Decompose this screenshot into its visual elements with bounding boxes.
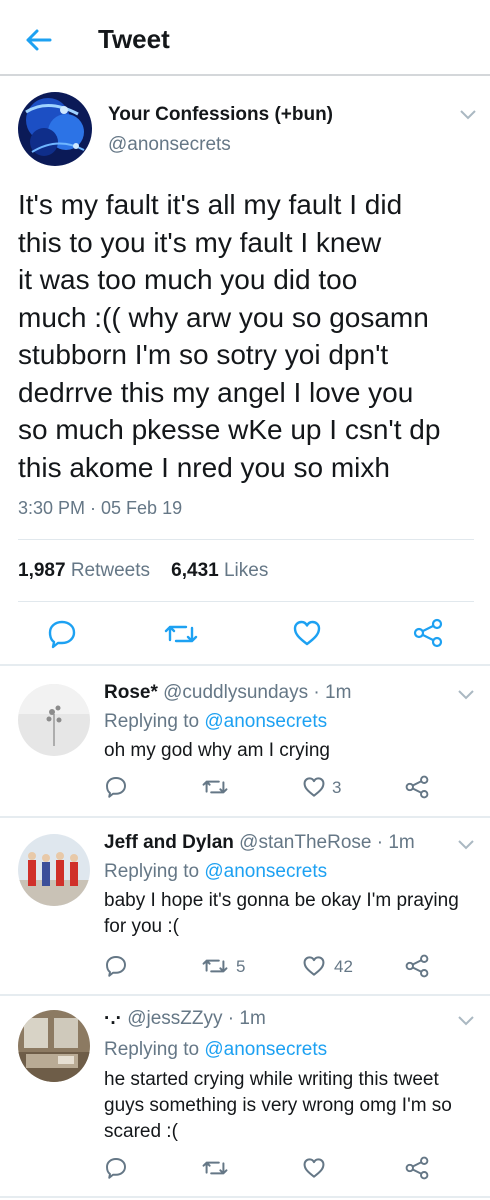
reply-age: 1m [325,682,352,703]
chevron-down-icon[interactable] [456,1014,476,1028]
divider [0,994,490,996]
divider [0,1196,490,1198]
reply-age: 1m [388,832,415,853]
like-count: 42 [334,957,353,976]
retweet-icon[interactable] [202,776,228,798]
separator-dot: · [313,682,320,703]
chevron-down-icon[interactable] [456,838,476,852]
like-heart-icon[interactable] [302,1157,326,1179]
top-bar: Tweet [0,0,490,76]
retweet-icon[interactable] [202,1157,228,1179]
reply-icon[interactable] [104,1156,128,1180]
retweet-icon[interactable] [202,955,228,977]
back-button[interactable] [20,22,56,58]
author-name[interactable]: Your Confessions (+bun) [108,104,333,126]
reply-author-name[interactable]: ·.· [104,1008,122,1029]
divider [18,539,474,540]
likes-count[interactable]: 6,431 [171,560,219,581]
reply-header: Jeff and Dylan @stanTheRose · 1m [104,832,415,854]
tweet-stats: 1,987 Retweets 6,431 Likes [18,560,268,582]
reply-header: Rose* @cuddlysundays · 1m [104,682,351,704]
reply-icon[interactable] [104,954,128,978]
share-icon[interactable] [404,954,430,978]
reply-author-name[interactable]: Rose* [104,682,158,703]
reply-icon[interactable] [46,618,78,650]
tweet-text: It's my fault it's all my fault I did th… [18,189,441,483]
reply-age: 1m [239,1008,266,1029]
divider [0,664,490,666]
replying-prefix: Replying to [104,1039,200,1060]
mention-link[interactable]: @anonsecrets [204,861,327,882]
share-icon[interactable] [404,1156,430,1180]
separator-dot: · [376,832,384,853]
share-icon[interactable] [404,775,430,799]
avatar[interactable] [18,834,90,906]
back-arrow-icon [26,29,52,51]
avatar[interactable] [18,1010,90,1082]
divider [0,816,490,818]
avatar-image [18,1010,90,1082]
reply-author-name[interactable]: Jeff and Dylan [104,832,234,853]
mention-link[interactable]: @anonsecrets [204,711,327,732]
replying-prefix: Replying to [104,861,200,882]
mention-link[interactable]: @anonsecrets [204,1039,327,1060]
tweet-timestamp: 3:30 PM · 05 Feb 19 [18,498,183,518]
replying-to: Replying to @anonsecrets [104,861,327,883]
retweets-count[interactable]: 1,987 [18,560,66,581]
retweet-count: 5 [236,957,246,976]
reply-text: he started crying while writing this twe… [104,1069,452,1142]
retweet-icon[interactable] [164,620,198,648]
separator-dot: · [227,1008,235,1029]
chevron-down-icon[interactable] [456,688,476,702]
reply-author-handle[interactable]: @cuddlysundays [163,682,308,703]
like-heart-icon[interactable] [302,955,326,977]
replying-to: Replying to @anonsecrets [104,1039,327,1061]
like-heart-icon[interactable] [302,776,326,798]
avatar-image [18,92,92,166]
like-heart-icon[interactable] [292,619,322,647]
like-count: 3 [332,778,342,797]
reply-author-handle[interactable]: @jessZZyy [127,1008,222,1029]
divider [18,601,474,602]
reply-text: oh my god why am I crying [104,740,330,761]
author-handle[interactable]: @anonsecrets [108,134,231,156]
reply-author-handle[interactable]: @stanTheRose [239,832,371,853]
chevron-down-icon[interactable] [458,108,478,122]
avatar[interactable] [18,92,92,166]
reply-text: baby I hope it's gonna be okay I'm prayi… [104,890,459,937]
avatar-image [18,684,90,756]
avatar[interactable] [18,684,90,756]
page-title: Tweet [98,24,170,54]
replying-prefix: Replying to [104,711,200,732]
replying-to: Replying to @anonsecrets [104,711,327,733]
share-icon[interactable] [412,618,444,648]
reply-icon[interactable] [104,775,128,799]
likes-label[interactable]: Likes [224,560,268,581]
retweets-label[interactable]: Retweets [71,560,150,581]
reply-header: ·.· @jessZZyy · 1m [104,1008,266,1030]
avatar-image [18,834,90,906]
